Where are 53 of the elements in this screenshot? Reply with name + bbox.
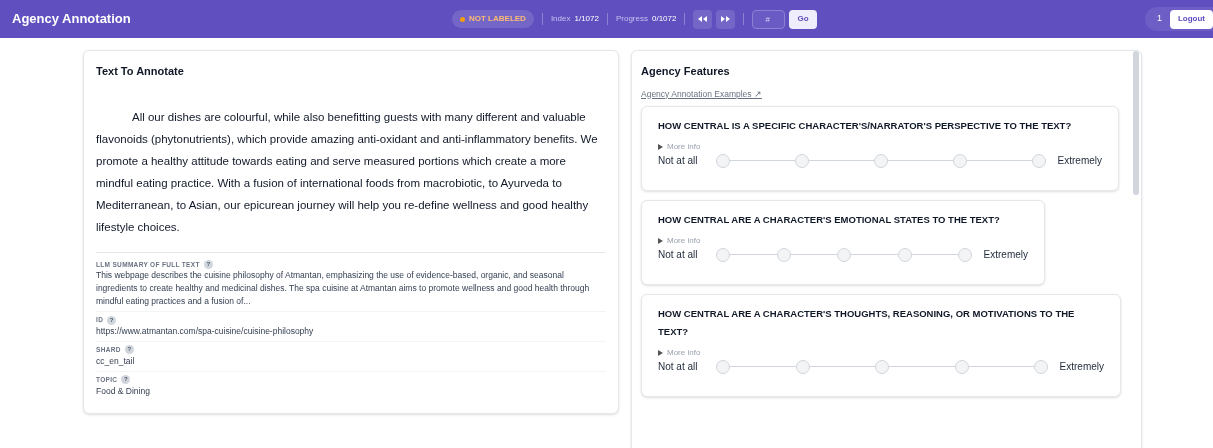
field-value: cc_en_tail — [96, 354, 136, 368]
scale-max-label: Extremely — [1056, 154, 1102, 169]
scale-min-label: Not at all — [658, 154, 699, 169]
status-label: NOT LABELED — [469, 13, 526, 25]
index-label: Index — [550, 13, 571, 25]
scale-radio[interactable] — [953, 153, 967, 168]
examples-link[interactable]: Agency Annotation Examples ↗ — [641, 87, 762, 101]
scale-radio[interactable] — [716, 359, 730, 374]
scale-min-label: Not at all — [658, 248, 699, 263]
panel-title: Agency Features — [641, 64, 731, 79]
panel-title: Text To Annotate — [96, 64, 185, 79]
triangle-icon — [658, 238, 663, 245]
scale-radio[interactable] — [1034, 359, 1048, 374]
progress-label: Progress — [615, 13, 648, 25]
question-title: HOW CENTRAL ARE A CHARACTER'S EMOTIONAL STATES TO THE TEXT? — [658, 213, 1001, 228]
more-info-toggle[interactable]: More info — [667, 141, 701, 154]
scale-radio[interactable] — [716, 247, 730, 262]
scale-radio[interactable] — [837, 247, 851, 262]
scale-radio[interactable] — [776, 247, 791, 262]
scale-radio[interactable] — [1032, 153, 1046, 168]
app-title: Agency Annotation — [12, 10, 132, 29]
index-value: 1/1072 — [574, 13, 599, 25]
rewind-icon — [698, 16, 708, 22]
annotation-text: All our dishes are colourful, while also benefitting guests with many different and valuable flavonoids (phytonutrients), which provide amazing anti-oxidant and anti-inflammatory benefits. We promote a healthy attitude towards eating and serve measured portions which create a more mindful eating practice. With a fusion of international foods from macrobiotic, to Ayurveda to Mediterranean, to Asian, our epicurean journey will help you re-define wellness and good healthy lifestyle choices. — [96, 109, 599, 235]
progress-value: 0/1072 — [651, 13, 677, 25]
scale-radio[interactable] — [954, 359, 969, 374]
scale-min-label: Not at all — [658, 360, 699, 375]
more-info-toggle[interactable]: More info — [667, 347, 701, 360]
scale-max-label: Extremely — [1058, 360, 1104, 375]
scale-radio[interactable] — [795, 359, 810, 374]
logout-button[interactable]: Logout — [1169, 9, 1213, 29]
scale-radio[interactable] — [897, 247, 912, 262]
scale-radio[interactable] — [795, 153, 809, 168]
scrollbar[interactable] — [1133, 51, 1139, 195]
next-button[interactable] — [716, 9, 736, 29]
more-info-toggle[interactable]: More info — [667, 235, 701, 248]
scale-max-label: Extremely — [982, 248, 1028, 263]
scale-radio[interactable] — [958, 247, 972, 262]
fast-forward-icon — [721, 16, 731, 22]
question-title: HOW CENTRAL IS A SPECIFIC CHARACTER'S/NARRATOR'S PERSPECTIVE TO THE TEXT? — [658, 119, 1073, 134]
index-input[interactable]: # — [752, 9, 786, 29]
scale-radio[interactable] — [875, 359, 889, 374]
scale-radio[interactable] — [874, 153, 888, 168]
triangle-icon — [658, 350, 663, 357]
previous-button[interactable] — [693, 9, 713, 29]
go-button[interactable]: Go — [789, 9, 817, 29]
user-count: 1 — [1156, 12, 1162, 26]
field-value: Food & Dining — [96, 384, 151, 398]
scale-radio[interactable] — [716, 153, 730, 168]
field-value: This webpage describes the cuisine philosophy of Atmantan, emphasizing the use of evidence-based, organic, and seasonal ingredients to create healthy and medicinal dishes. The spa cuisine at Atmantan aims to promote wellness and good health through mindful eating practices and a fusion of... — [96, 269, 591, 309]
field-value: https://www.atmantan.com/spa-cuisine/cuisine-philosophy — [96, 325, 315, 338]
triangle-icon — [658, 144, 663, 151]
question-title: HOW CENTRAL ARE A CHARACTER'S THOUGHTS, REASONING, OR MOTIVATIONS TO THE TEXT? — [658, 307, 1076, 340]
